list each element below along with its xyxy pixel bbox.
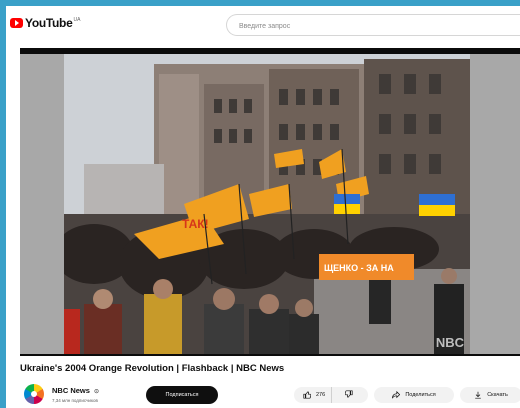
- channel-row: NBC News ⊙ 7,34 млн подписчиков Подписат…: [20, 378, 520, 408]
- search-box[interactable]: [226, 14, 520, 37]
- player-right-pillarbox: [470, 54, 520, 354]
- protest-banner-text: ЩЕНКО - ЗА НА: [324, 263, 394, 273]
- like-button[interactable]: 276: [294, 387, 332, 403]
- like-dislike-group: 276: [294, 387, 368, 403]
- like-count: 276: [316, 392, 326, 398]
- download-button[interactable]: Скачать: [460, 387, 520, 403]
- video-title: Ukraine's 2004 Orange Revolution | Flash…: [20, 363, 285, 374]
- youtube-header: YouTube UA: [6, 6, 520, 40]
- thumbs-up-icon: [303, 391, 311, 399]
- search-input[interactable]: [227, 16, 509, 37]
- subscribe-button[interactable]: Подписаться: [146, 386, 218, 404]
- player-left-pillarbox: [20, 54, 64, 354]
- browser-window: YouTube UA Введите запрос ТАК! ЩЕНКО - З…: [6, 6, 520, 408]
- video-player[interactable]: ТАК! ЩЕНКО - ЗА НА NBC: [20, 48, 520, 356]
- nbc-watermark: NBC: [435, 335, 464, 350]
- share-arrow-icon: [392, 391, 401, 399]
- logo-text: YouTube: [25, 16, 73, 30]
- share-label: Поделиться: [405, 392, 436, 398]
- logo-country-code: UA: [73, 16, 81, 23]
- channel-name-link[interactable]: NBC News ⊙: [52, 386, 99, 395]
- video-still: ТАК! ЩЕНКО - ЗА НА: [64, 54, 470, 354]
- share-button[interactable]: Поделиться: [374, 387, 454, 403]
- video-frame[interactable]: ТАК! ЩЕНКО - ЗА НА NBC: [64, 54, 470, 354]
- verified-icon: ⊙: [94, 389, 100, 395]
- download-label: Скачать: [487, 392, 508, 398]
- download-icon: [474, 391, 482, 399]
- dislike-button[interactable]: [332, 387, 366, 403]
- youtube-play-icon: [10, 18, 23, 28]
- subscriber-count: 7,34 млн подписчиков: [52, 398, 98, 403]
- youtube-logo[interactable]: YouTube UA: [10, 15, 80, 31]
- channel-name: NBC News: [52, 386, 90, 395]
- channel-avatar[interactable]: [24, 384, 44, 404]
- thumbs-down-icon: [344, 390, 353, 400]
